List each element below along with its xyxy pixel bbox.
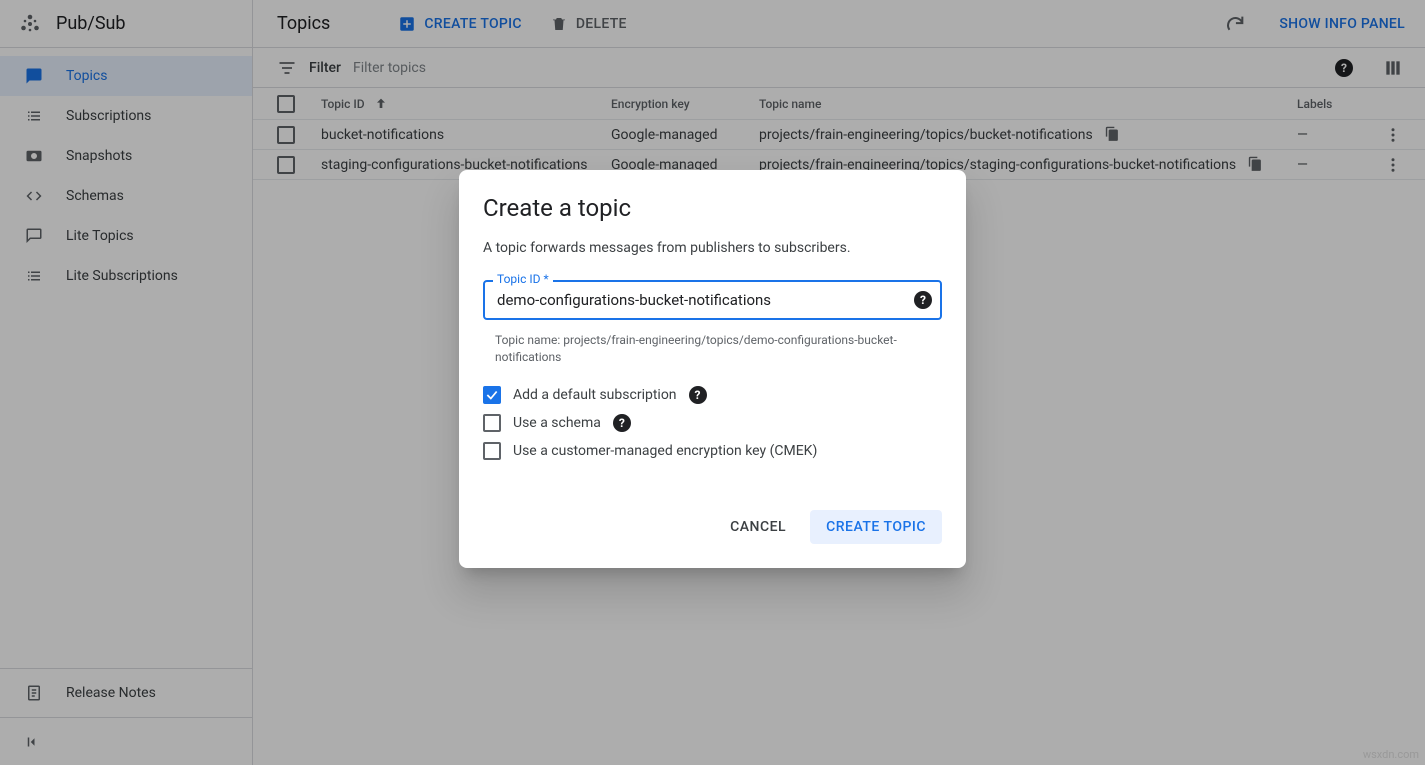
checkbox-icon[interactable] [483, 414, 501, 432]
help-icon[interactable]: ? [914, 291, 932, 309]
cancel-button[interactable]: CANCEL [714, 510, 802, 544]
help-icon[interactable]: ? [613, 414, 631, 432]
topic-id-input[interactable] [483, 280, 942, 320]
option-label: Add a default subscription [513, 387, 677, 403]
topic-id-field: Topic ID * ? [483, 280, 942, 320]
dialog-actions: CANCEL CREATE TOPIC [483, 510, 942, 544]
create-topic-confirm-button[interactable]: CREATE TOPIC [810, 510, 942, 544]
help-icon[interactable]: ? [689, 386, 707, 404]
option-cmek[interactable]: Use a customer-managed encryption key (C… [483, 442, 942, 460]
option-use-schema[interactable]: Use a schema ? [483, 414, 942, 432]
topic-name-helper: Topic name: projects/frain-engineering/t… [483, 328, 942, 366]
watermark: wsxdn.com [1363, 748, 1419, 761]
option-default-subscription[interactable]: Add a default subscription ? [483, 386, 942, 404]
modal-overlay[interactable]: Create a topic A topic forwards messages… [0, 0, 1425, 765]
checkbox-checked-icon[interactable] [483, 386, 501, 404]
dialog-description: A topic forwards messages from publisher… [483, 240, 942, 256]
create-topic-dialog: Create a topic A topic forwards messages… [459, 170, 966, 568]
option-label: Use a customer-managed encryption key (C… [513, 443, 817, 459]
topic-id-label: Topic ID * [493, 272, 553, 286]
dialog-title: Create a topic [483, 194, 942, 222]
checkbox-icon[interactable] [483, 442, 501, 460]
option-label: Use a schema [513, 415, 601, 431]
